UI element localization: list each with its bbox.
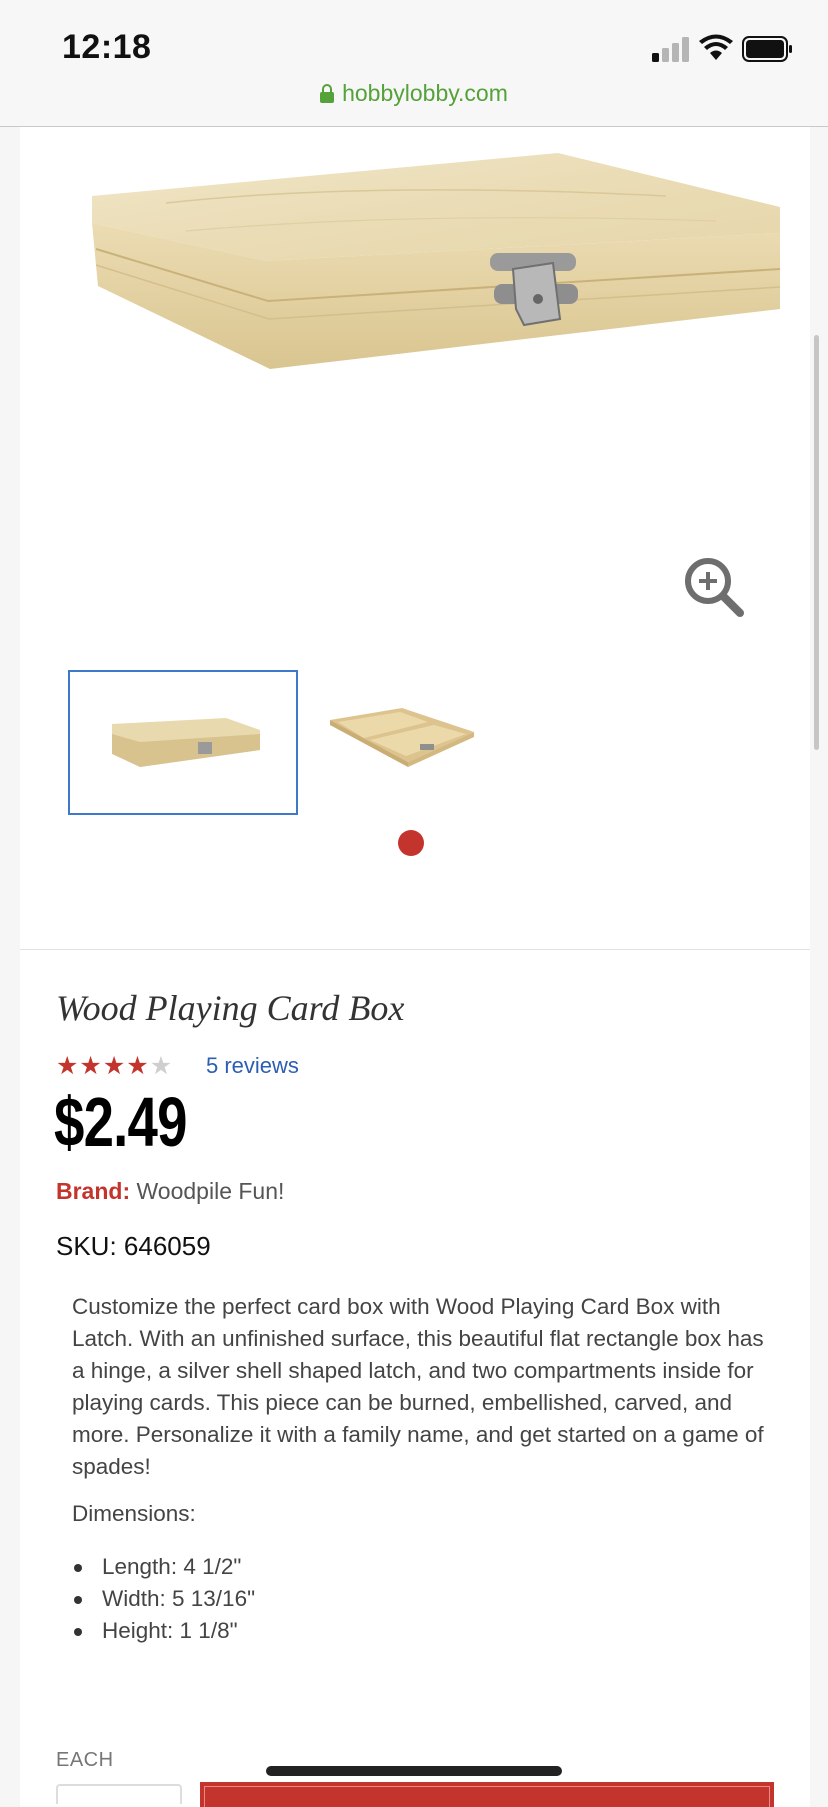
quantity-input[interactable] <box>56 1784 182 1804</box>
thumbnail-closed-image <box>112 718 260 767</box>
star-icon: ★ <box>102 1052 127 1080</box>
rating-stars: ★★★★★ <box>56 1051 173 1081</box>
dimension-item: Width: 5 13/16" <box>72 1583 255 1615</box>
product-description: Customize the perfect card box with Wood… <box>72 1294 764 1479</box>
zoom-in-icon[interactable] <box>682 555 746 619</box>
dimension-item: Height: 1 1/8" <box>72 1615 255 1647</box>
thumbnail-closed-box[interactable] <box>68 670 298 815</box>
thumbnail-open-image <box>330 708 474 767</box>
gallery-page-indicator[interactable] <box>398 830 424 856</box>
cellular-signal-icon <box>652 36 690 62</box>
star-icon: ★ <box>56 1052 80 1080</box>
unit-label: EACH <box>56 1749 114 1771</box>
dimensions-list: Length: 4 1/2" Width: 5 13/16" Height: 1… <box>72 1551 255 1647</box>
page-scrollbar[interactable] <box>814 335 819 750</box>
product-card: Wood Playing Card Box ★★★★★ 5 reviews $2… <box>20 127 810 1807</box>
thumbnail-open-box[interactable] <box>298 670 528 815</box>
brand-value: Woodpile Fun! <box>136 1178 285 1204</box>
brand-line: Brand: Woodpile Fun! <box>56 1178 284 1205</box>
product-sku: SKU: 646059 <box>56 1231 211 1261</box>
url-text: hobbylobby.com <box>342 80 508 106</box>
lock-icon <box>320 84 335 103</box>
product-price: $2.49 <box>54 1083 188 1161</box>
battery-icon <box>742 36 792 62</box>
address-bar[interactable]: hobbylobby.com <box>0 80 828 107</box>
brand-label: Brand: <box>56 1178 131 1204</box>
browser-status-bar: 12:18 hobbylobby.com <box>0 0 828 127</box>
star-icon: ★ <box>79 1052 103 1080</box>
section-divider <box>20 949 810 950</box>
dimensions-heading: Dimensions: <box>72 1501 196 1526</box>
clock: 12:18 <box>62 28 152 66</box>
home-indicator[interactable] <box>266 1766 562 1776</box>
wifi-icon <box>699 34 733 60</box>
add-to-cart-button[interactable] <box>200 1782 774 1807</box>
product-main-image[interactable] <box>66 141 782 441</box>
star-icon: ★ <box>126 1052 150 1080</box>
star-empty-icon: ★ <box>149 1052 174 1080</box>
reviews-link[interactable]: 5 reviews <box>206 1053 299 1079</box>
product-title: Wood Playing Card Box <box>56 988 405 1028</box>
dimension-item: Length: 4 1/2" <box>72 1551 255 1583</box>
